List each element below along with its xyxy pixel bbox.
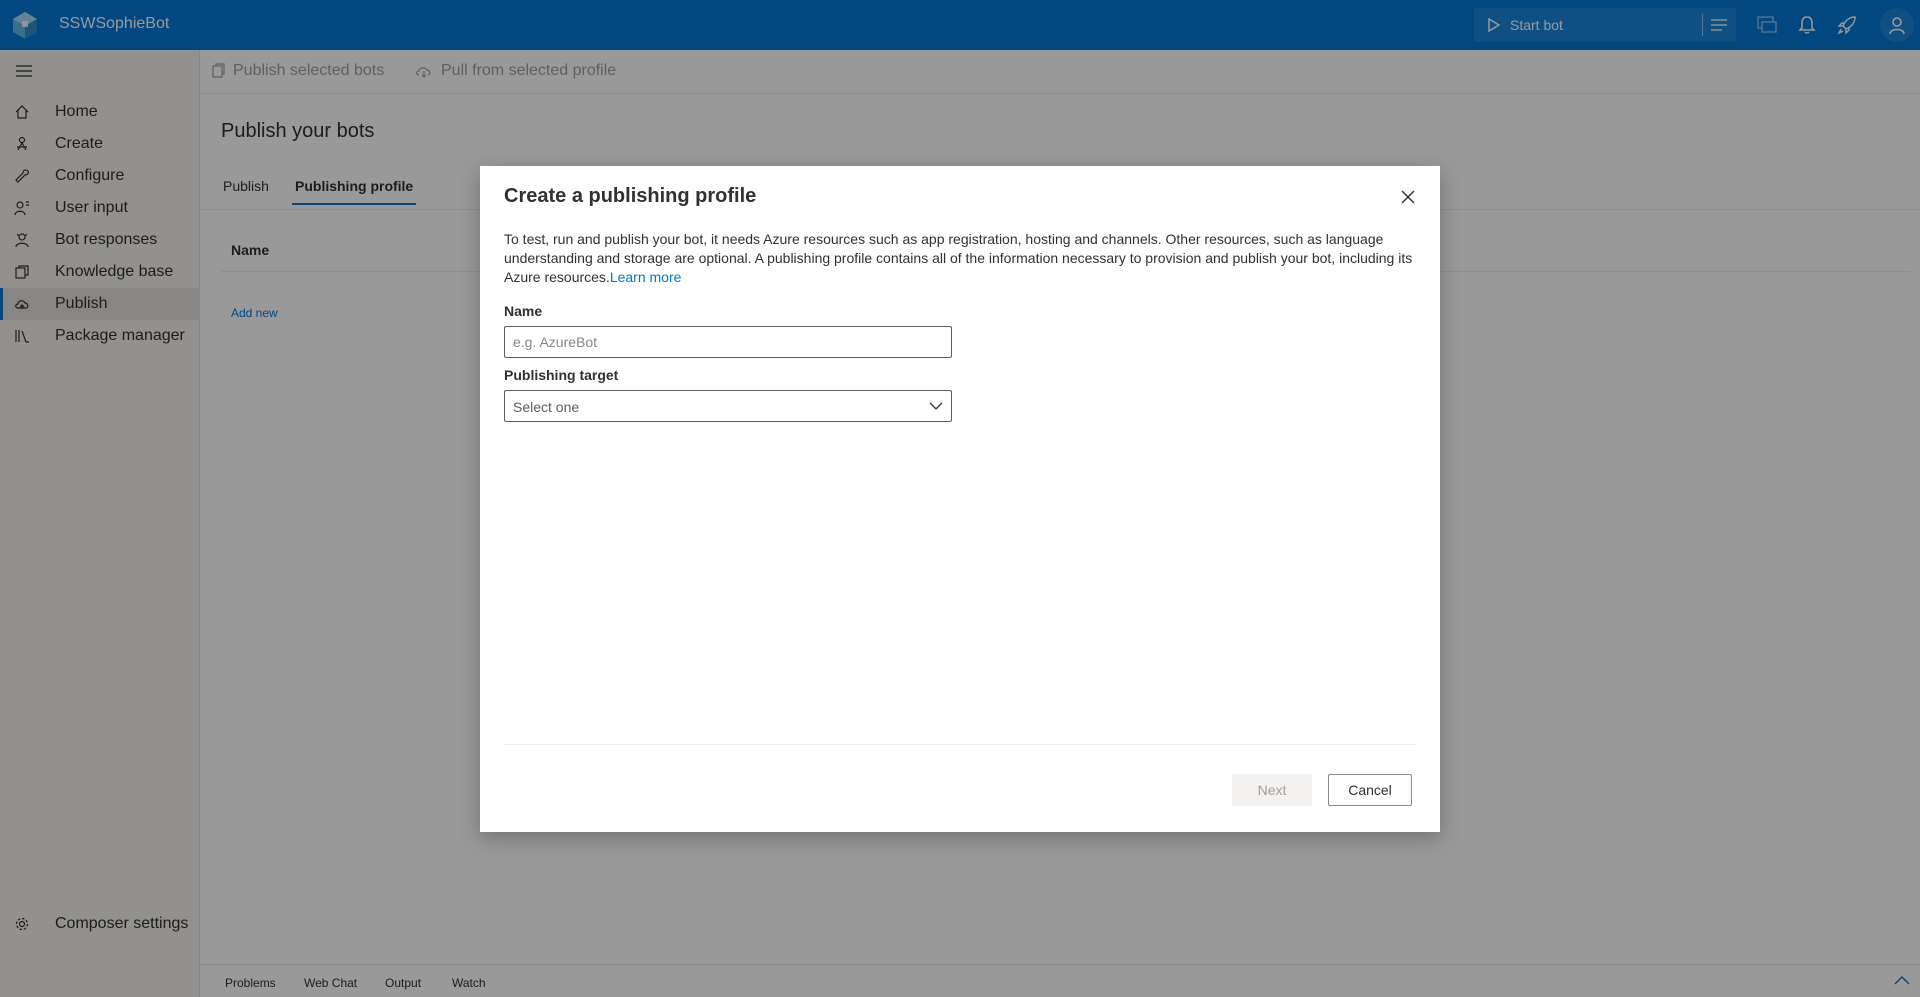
dialog-footer-divider [504,744,1416,745]
publishing-target-label: Publishing target [504,367,619,383]
learn-more-link[interactable]: Learn more [610,269,682,285]
publishing-target-dropdown[interactable]: Select one [504,390,952,422]
name-field-label: Name [504,303,543,319]
publishing-target-value: Select one [513,399,580,415]
name-input[interactable] [504,326,952,358]
dialog-description: To test, run and publish your bot, it ne… [504,230,1414,287]
create-publishing-profile-dialog: Create a publishing profile To test, run… [480,166,1440,832]
cancel-button[interactable]: Cancel [1328,774,1412,806]
chevron-down-icon [929,402,943,410]
close-icon[interactable] [1400,189,1416,205]
next-button[interactable]: Next [1232,774,1312,806]
dialog-title: Create a publishing profile [504,185,757,207]
